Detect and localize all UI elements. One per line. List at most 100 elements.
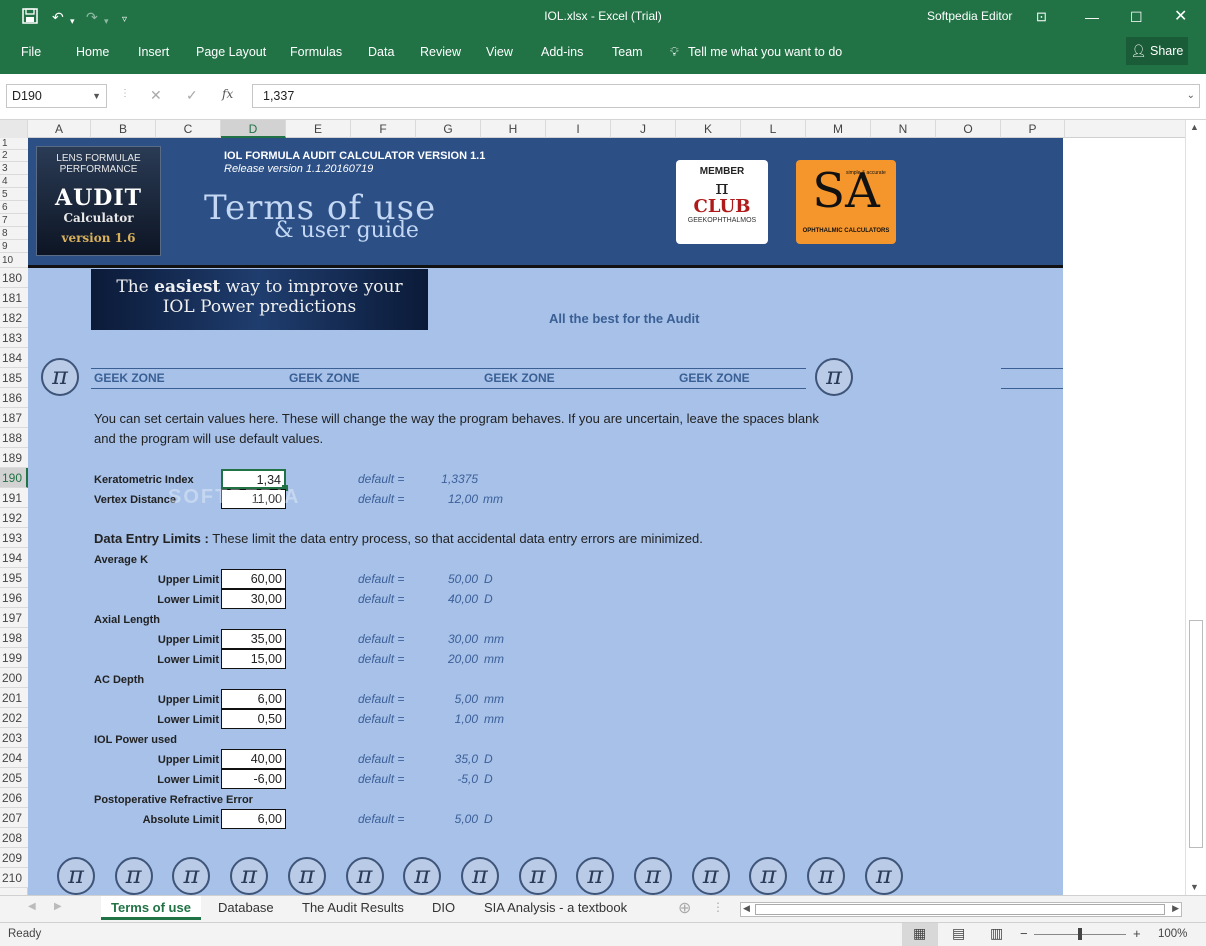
- formula-input[interactable]: 1,337 ⌄: [252, 84, 1200, 108]
- column-header[interactable]: D: [221, 120, 286, 138]
- scroll-right-icon[interactable]: ▶: [1172, 903, 1179, 914]
- page-layout-icon[interactable]: ▤: [952, 925, 965, 942]
- minimize-icon[interactable]: —: [1085, 8, 1099, 26]
- row-header[interactable]: 2: [0, 150, 28, 162]
- tab-team[interactable]: Team: [612, 44, 643, 60]
- maximize-icon[interactable]: ☐: [1130, 8, 1143, 26]
- row-header[interactable]: 5: [0, 188, 28, 201]
- row-header[interactable]: 8: [0, 227, 28, 240]
- save-icon[interactable]: [22, 8, 38, 28]
- row-header[interactable]: 190: [0, 468, 28, 488]
- row-header[interactable]: 189: [0, 448, 28, 468]
- row-header[interactable]: 188: [0, 428, 28, 448]
- column-header[interactable]: C: [156, 120, 221, 138]
- zoom-slider-thumb[interactable]: [1078, 928, 1082, 940]
- chevron-down-icon[interactable]: ▼: [92, 85, 101, 107]
- row-header[interactable]: 180: [0, 268, 28, 288]
- row-header[interactable]: 201: [0, 688, 28, 708]
- cancel-icon[interactable]: ✕: [150, 87, 162, 104]
- drag-handle-icon[interactable]: ⋮: [120, 88, 130, 99]
- row-header[interactable]: 181: [0, 288, 28, 308]
- column-header[interactable]: J: [611, 120, 676, 138]
- column-header[interactable]: M: [806, 120, 871, 138]
- acd-lower-input[interactable]: 0,50: [221, 709, 286, 729]
- row-header[interactable]: 184: [0, 348, 28, 368]
- drag-handle-icon[interactable]: ⋮: [712, 900, 724, 914]
- user-name[interactable]: Softpedia Editor: [927, 9, 1012, 23]
- add-sheet-icon[interactable]: ⊕: [678, 898, 691, 918]
- tell-me-search[interactable]: Tell me what you want to do: [688, 44, 842, 60]
- tab-page-layout[interactable]: Page Layout: [196, 44, 266, 60]
- row-header[interactable]: 203: [0, 728, 28, 748]
- axial-upper-input[interactable]: 35,00: [221, 629, 286, 649]
- expand-formula-icon[interactable]: ⌄: [1187, 85, 1195, 107]
- sheet-tab-terms[interactable]: Terms of use: [101, 896, 201, 920]
- column-header[interactable]: H: [481, 120, 546, 138]
- row-header[interactable]: 183: [0, 328, 28, 348]
- postop-abs-input[interactable]: 6,00: [221, 809, 286, 829]
- worksheet-grid[interactable]: LENS FORMULAE PERFORMANCE AUDIT Calculat…: [28, 138, 1185, 895]
- scroll-thumb[interactable]: [1189, 620, 1203, 848]
- row-header[interactable]: 197: [0, 608, 28, 628]
- row-header[interactable]: 185: [0, 368, 28, 388]
- row-header[interactable]: 191: [0, 488, 28, 508]
- row-header[interactable]: 6: [0, 201, 28, 214]
- column-header[interactable]: L: [741, 120, 806, 138]
- redo-icon[interactable]: ↷: [86, 8, 98, 26]
- zoom-in-icon[interactable]: +: [1133, 926, 1141, 941]
- tab-insert[interactable]: Insert: [138, 44, 169, 60]
- row-header[interactable]: 7: [0, 214, 28, 227]
- zoom-out-icon[interactable]: −: [1020, 926, 1028, 941]
- row-header[interactable]: 192: [0, 508, 28, 528]
- row-header[interactable]: 187: [0, 408, 28, 428]
- row-header[interactable]: 4: [0, 175, 28, 188]
- redo-dropdown-icon[interactable]: ▾: [104, 12, 109, 30]
- select-all-corner[interactable]: [0, 120, 28, 138]
- tab-add-ins[interactable]: Add-ins: [541, 44, 583, 60]
- column-header[interactable]: I: [546, 120, 611, 138]
- column-header[interactable]: A: [28, 120, 91, 138]
- zoom-level[interactable]: 100%: [1158, 928, 1187, 940]
- customize-toolbar-icon[interactable]: ▿: [122, 11, 127, 29]
- row-header[interactable]: 1: [0, 138, 28, 150]
- scroll-down-icon[interactable]: ▼: [1190, 882, 1199, 892]
- sheet-tab-dio[interactable]: DIO: [422, 896, 465, 920]
- sheet-tab-sia[interactable]: SIA Analysis - a textbook: [474, 896, 637, 920]
- row-header[interactable]: 194: [0, 548, 28, 568]
- row-header[interactable]: 196: [0, 588, 28, 608]
- column-header[interactable]: N: [871, 120, 936, 138]
- share-button[interactable]: 👤︎ Share: [1126, 37, 1188, 65]
- row-header[interactable]: 210: [0, 868, 28, 888]
- row-header[interactable]: 195: [0, 568, 28, 588]
- row-header[interactable]: 10: [0, 253, 28, 268]
- row-header[interactable]: 200: [0, 668, 28, 688]
- scroll-tabs-right-icon[interactable]: ▶: [54, 901, 62, 912]
- iol-upper-input[interactable]: 40,00: [221, 749, 286, 769]
- row-header[interactable]: 204: [0, 748, 28, 768]
- close-icon[interactable]: ✕: [1174, 8, 1187, 26]
- vertical-scrollbar[interactable]: ▲ ▼: [1185, 120, 1206, 895]
- column-header[interactable]: K: [676, 120, 741, 138]
- axial-lower-input[interactable]: 15,00: [221, 649, 286, 669]
- tab-data[interactable]: Data: [368, 44, 394, 60]
- avgk-lower-input[interactable]: 30,00: [221, 589, 286, 609]
- ribbon-display-icon[interactable]: ⊡: [1036, 8, 1047, 26]
- row-header[interactable]: 209: [0, 848, 28, 868]
- undo-icon[interactable]: ↶: [52, 8, 64, 26]
- tab-formulas[interactable]: Formulas: [290, 44, 342, 60]
- avgk-upper-input[interactable]: 60,00: [221, 569, 286, 589]
- tab-review[interactable]: Review: [420, 44, 461, 60]
- sheet-tab-audit-results[interactable]: The Audit Results: [292, 896, 414, 920]
- scroll-tabs-left-icon[interactable]: ◀: [28, 901, 36, 912]
- tab-home[interactable]: Home: [76, 44, 109, 60]
- column-header[interactable]: O: [936, 120, 1001, 138]
- column-header[interactable]: P: [1001, 120, 1065, 138]
- tab-file[interactable]: File: [21, 44, 41, 60]
- acd-upper-input[interactable]: 6,00: [221, 689, 286, 709]
- row-header[interactable]: 9: [0, 240, 28, 253]
- row-header[interactable]: 182: [0, 308, 28, 328]
- row-header[interactable]: 207: [0, 808, 28, 828]
- sheet-tab-database[interactable]: Database: [208, 896, 284, 920]
- row-header[interactable]: 205: [0, 768, 28, 788]
- column-header[interactable]: E: [286, 120, 351, 138]
